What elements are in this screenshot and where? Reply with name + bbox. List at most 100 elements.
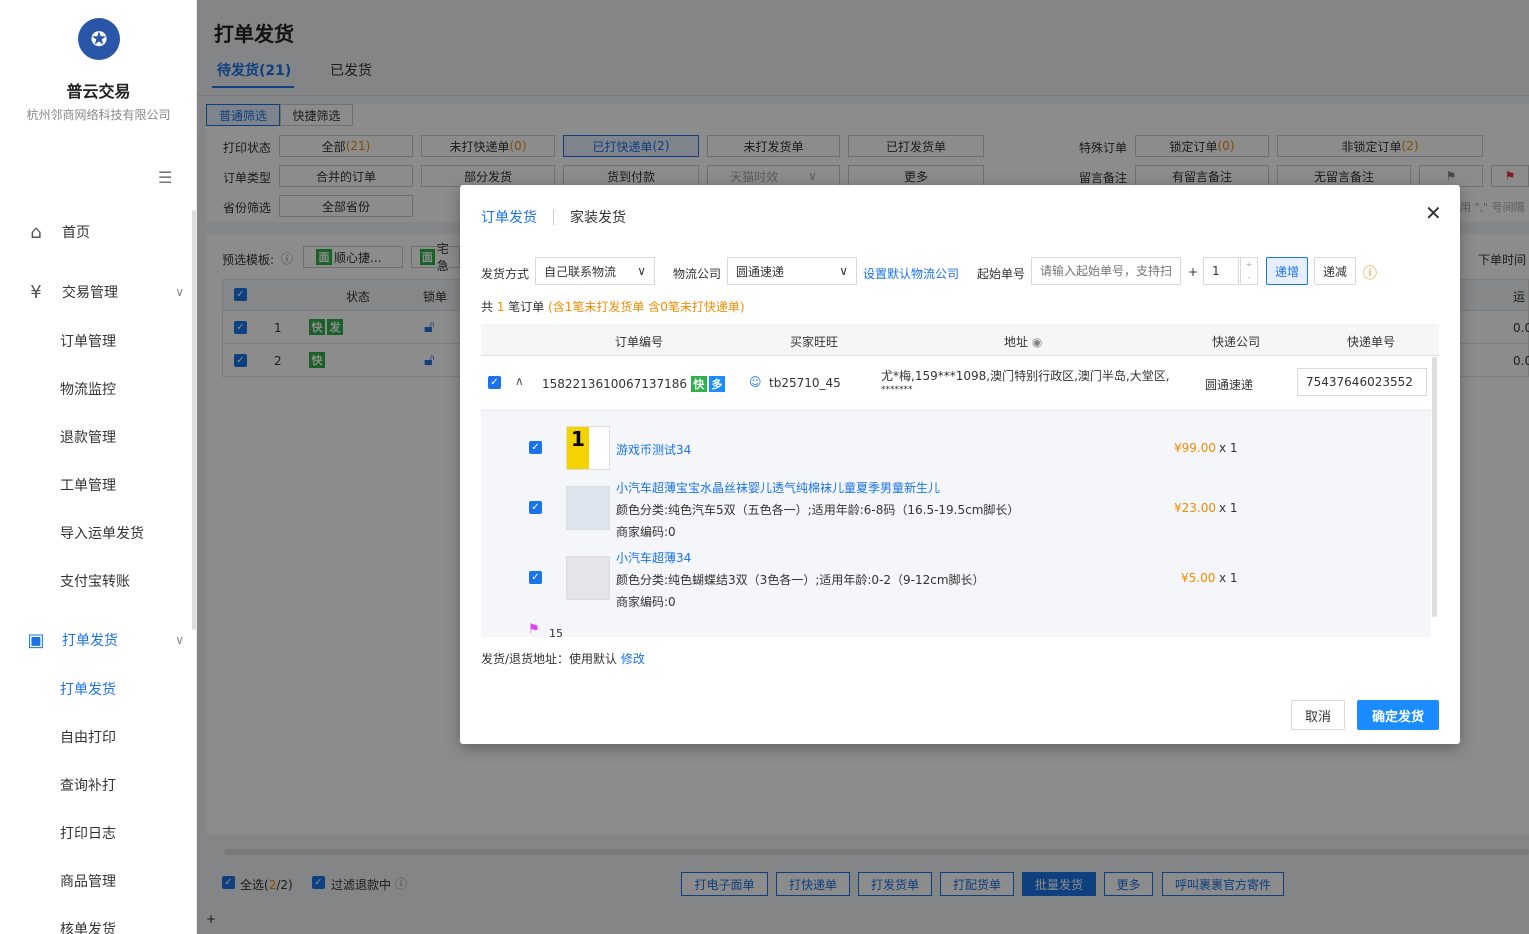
item-title[interactable]: 小汽车超薄34 xyxy=(616,549,691,566)
item-checkbox[interactable]: ✓ xyxy=(529,501,542,514)
return-address-label: 发货/退货地址：使用默认 xyxy=(481,652,621,666)
product-thumbnail[interactable]: 1 xyxy=(566,426,610,470)
col-address-label: 地址 xyxy=(1004,335,1029,349)
sidebar-sub-order[interactable]: 订单管理 xyxy=(60,331,116,351)
address-line: ******* xyxy=(881,385,913,395)
item-code: 商家编码:0 xyxy=(616,525,676,539)
ship-method-value: 自己联系物流 xyxy=(544,264,617,279)
sidebar-scrollbar[interactable] xyxy=(192,210,196,630)
ship-method-label: 发货方式 xyxy=(481,267,530,281)
set-default-company-link[interactable]: 设置默认物流公司 xyxy=(863,265,959,282)
item-price: ¥99.00 xyxy=(1174,441,1216,455)
item-title[interactable]: 游戏币测试34 xyxy=(616,441,691,458)
item-spec: 颜色分类:纯色汽车5双（五色各一）;适用年龄:6-8码（16.5-19.5cm脚… xyxy=(616,503,1020,517)
tab-divider xyxy=(553,209,554,225)
close-icon[interactable]: ✕ xyxy=(1425,201,1442,225)
sidebar-sub-print-ship[interactable]: 打单发货 xyxy=(60,679,116,699)
sidebar-sub-log[interactable]: 打印日志 xyxy=(60,823,116,843)
thumbnail-art: 1 xyxy=(567,427,589,469)
return-address: 发货/退货地址：使用默认 修改 xyxy=(481,650,645,667)
summary-pre: 共 xyxy=(481,300,497,314)
sidebar-sub-free-print[interactable]: 自由打印 xyxy=(60,727,116,747)
tracking-input[interactable]: 75437646023552 xyxy=(1297,368,1427,396)
item-checkbox[interactable]: ✓ xyxy=(529,571,542,584)
sidebar-item-trade[interactable]: ¥ 交易管理 ∨ xyxy=(24,272,184,312)
flag-icon[interactable]: ⚑ xyxy=(528,622,540,637)
modal-scrollbar[interactable] xyxy=(1432,357,1437,617)
menu-collapse-icon[interactable]: ☰ xyxy=(158,170,178,186)
brand-name: 普云交易 xyxy=(66,82,131,101)
col-express: 快递公司 xyxy=(1212,335,1261,349)
order-checkbox[interactable]: ✓ xyxy=(488,376,501,389)
order-address: 尤*梅,159***1098,澳门特别行政区,澳门半岛,大堂区, ******* xyxy=(881,369,1171,397)
yen-icon: ¥ xyxy=(30,281,42,303)
col-buyer: 买家旺旺 xyxy=(790,335,839,349)
printer-icon: ▣ xyxy=(27,629,45,651)
edit-address-link[interactable]: 修改 xyxy=(621,652,645,666)
sidebar-item-label: 交易管理 xyxy=(62,285,118,301)
warning-icon[interactable]: ⓘ xyxy=(1363,263,1377,283)
start-no-label: 起始单号 xyxy=(977,267,1026,281)
modal-tab-order-ship[interactable]: 订单发货 xyxy=(481,207,537,227)
item-price: ¥5.00 xyxy=(1181,571,1216,585)
plus-sign: + xyxy=(1188,265,1199,279)
sidebar-item-print[interactable]: ▣ 打单发货 ∨ xyxy=(24,620,184,660)
company-name: 杭州邻商网络科技有限公司 xyxy=(26,108,171,122)
sidebar-sub-verify[interactable]: 核单发货 xyxy=(60,919,116,934)
modal-tab-home-ship[interactable]: 家装发货 xyxy=(570,207,626,227)
sidebar-sub-refund[interactable]: 退款管理 xyxy=(60,427,116,447)
sidebar-sub-ticket[interactable]: 工单管理 xyxy=(60,475,116,495)
summary-mid: 笔订单 xyxy=(504,300,549,314)
sidebar-sub-logistics[interactable]: 物流监控 xyxy=(60,379,116,399)
cancel-button[interactable]: 取消 xyxy=(1291,700,1345,730)
sidebar-sub-goods[interactable]: 商品管理 xyxy=(60,871,116,891)
increment-button[interactable]: 递增 xyxy=(1266,257,1308,285)
company-select[interactable]: 圆通速递 ∨ xyxy=(727,257,857,285)
sidebar-item-home[interactable]: ⌂ 首页 xyxy=(24,212,184,252)
express-badge: 快 xyxy=(690,376,707,392)
item-qty: x 1 xyxy=(1219,441,1238,455)
buyer-name[interactable]: tb25710_45 xyxy=(769,376,841,390)
summary-note: (含1笔未打发货单 含0笔未打快递单) xyxy=(548,300,745,314)
product-thumbnail[interactable] xyxy=(566,486,610,530)
product-thumbnail[interactable] xyxy=(566,556,610,600)
company-value: 圆通速递 xyxy=(736,264,785,279)
item-price: ¥23.00 xyxy=(1174,501,1216,515)
order-id: 1582213610067137186 快多 xyxy=(542,376,725,392)
item-code: 商家编码:0 xyxy=(616,595,676,609)
col-address: 地址 ◉ xyxy=(1004,333,1042,350)
ship-dialog: 订单发货 家装发货 ✕ 发货方式 自己联系物流 ∨ 物流公司 圆通速递 ∨ 设置默认… xyxy=(460,185,1460,744)
order-summary: 共 1 笔订单 (含1笔未打发货单 含0笔未打快递单) xyxy=(481,298,745,315)
col-order-id: 订单编号 xyxy=(615,335,664,349)
chevron-down-icon: ∨ xyxy=(839,264,848,278)
sidebar-sub-import[interactable]: 导入运单发货 xyxy=(60,523,144,543)
multi-badge: 多 xyxy=(708,376,725,392)
confirm-ship-button[interactable]: 确定发货 xyxy=(1357,700,1439,730)
decrement-button[interactable]: 递减 xyxy=(1314,257,1356,285)
logo-icon: ✪ xyxy=(78,18,120,60)
chevron-down-icon: ∨ xyxy=(175,633,184,647)
step-spinner[interactable]: + - xyxy=(1240,257,1258,285)
chevron-down-icon: ∨ xyxy=(637,264,646,278)
address-line: 尤*梅,159***1098,澳门特别行政区,澳门半岛,大堂区, xyxy=(881,369,1170,383)
flag-count: 15 xyxy=(549,627,563,640)
sidebar-item-label: 首页 xyxy=(62,225,90,241)
order-express: 圆通速递 xyxy=(1205,378,1254,392)
order-id-value: 1582213610067137186 xyxy=(542,377,688,391)
company-label: 物流公司 xyxy=(673,267,722,281)
sidebar: ✪ 普云交易 杭州邻商网络科技有限公司 ☰ ⌂ 首页 ¥ 交易管理 ∨ 订单管理… xyxy=(0,0,197,934)
step-input[interactable]: 1 xyxy=(1203,257,1239,285)
sidebar-sub-alipay[interactable]: 支付宝转账 xyxy=(60,571,130,591)
item-qty: x 1 xyxy=(1219,571,1238,585)
eye-icon[interactable]: ◉ xyxy=(1032,335,1042,349)
start-no-input[interactable] xyxy=(1031,257,1181,285)
item-title[interactable]: 小汽车超薄宝宝水晶丝袜婴儿透气纯棉袜儿童夏季男童新生儿 xyxy=(616,479,940,496)
sidebar-sub-reprint[interactable]: 查询补打 xyxy=(60,775,116,795)
ship-method-select[interactable]: 自己联系物流 ∨ xyxy=(535,257,655,285)
chevron-up-icon[interactable]: ∧ xyxy=(515,374,524,388)
wangwang-icon[interactable]: ☺ xyxy=(749,375,762,389)
item-qty: x 1 xyxy=(1219,501,1238,515)
chevron-down-icon: ∨ xyxy=(175,285,184,299)
item-spec: 颜色分类:纯色蝴蝶结3双（3色各一）;适用年龄:0-2（9-12cm脚长） xyxy=(616,573,985,587)
item-checkbox[interactable]: ✓ xyxy=(529,441,542,454)
